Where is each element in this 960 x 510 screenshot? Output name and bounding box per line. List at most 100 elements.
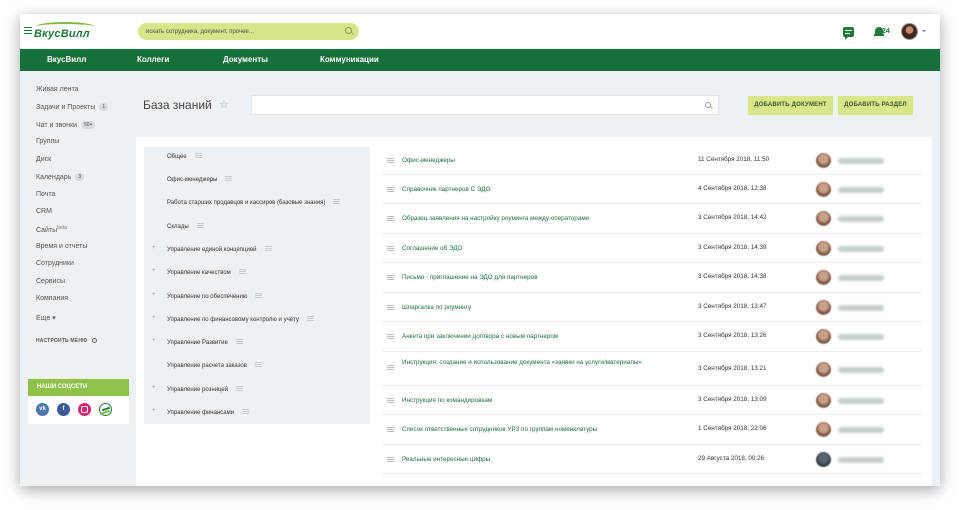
drag-handle-icon[interactable] <box>387 457 394 462</box>
sidebar-item-crm[interactable]: CRM <box>36 208 52 215</box>
author-avatar[interactable] <box>816 362 831 377</box>
drag-handle-icon[interactable] <box>196 223 204 228</box>
author-name[interactable] <box>838 275 884 281</box>
drag-handle-icon[interactable] <box>387 427 394 432</box>
author-avatar[interactable] <box>816 153 831 168</box>
author-name[interactable] <box>838 457 884 463</box>
document-title[interactable]: Соглашение об ЭДО <box>402 244 652 253</box>
sidebar-item-groups[interactable]: Группы <box>36 138 59 145</box>
sidebar-item-mail[interactable]: Почта <box>36 191 55 198</box>
sidebar-item-sites[interactable]: Сайтыbeta <box>36 225 67 234</box>
document-title[interactable]: Реальные интересные цифры <box>402 455 652 464</box>
expand-plus-icon[interactable]: + <box>152 268 156 274</box>
author-name[interactable] <box>838 246 884 252</box>
category-item[interactable]: Управление единой концепцией <box>167 246 272 253</box>
drag-handle-icon[interactable] <box>242 409 250 414</box>
document-title[interactable]: Образец заявления на настройку роуминга … <box>402 214 652 223</box>
drag-handle-icon[interactable] <box>264 246 272 251</box>
drag-handle-icon[interactable] <box>238 269 246 274</box>
drag-handle-icon[interactable] <box>387 187 394 192</box>
drag-handle-icon[interactable] <box>235 339 243 344</box>
global-search[interactable] <box>138 23 359 40</box>
author-name[interactable] <box>838 367 884 373</box>
chat-icon[interactable] <box>843 27 854 40</box>
author-avatar[interactable] <box>816 211 831 226</box>
document-title[interactable]: Шпаргалка по роумингу <box>402 303 652 312</box>
author-avatar[interactable] <box>816 422 831 437</box>
category-item[interactable]: Работа старших продавцов и кассиров (баз… <box>167 199 341 206</box>
drag-handle-icon[interactable] <box>236 386 244 391</box>
drag-handle-icon[interactable] <box>387 398 394 403</box>
menu-icon[interactable] <box>24 27 32 34</box>
document-title[interactable]: Инструкция по командировкам <box>402 396 652 405</box>
user-avatar[interactable] <box>901 23 918 40</box>
document-title[interactable]: Справочник партнеров С ЭДО <box>402 185 652 194</box>
category-item[interactable]: Общее <box>167 153 202 160</box>
vk-icon[interactable]: vk <box>36 403 49 416</box>
nav-item-home[interactable]: ВкусВилл <box>47 55 86 64</box>
category-item[interactable]: Офис-менеджеры <box>167 176 233 183</box>
expand-plus-icon[interactable]: + <box>152 338 156 344</box>
author-name[interactable] <box>838 334 884 340</box>
category-item[interactable]: Управление финансами <box>167 409 250 416</box>
sidebar-item-company[interactable]: Компания <box>36 295 68 302</box>
author-avatar[interactable] <box>816 182 831 197</box>
expand-plus-icon[interactable]: + <box>152 292 156 298</box>
document-row[interactable]: Письмо - приглашение на ЭДО для партнеро… <box>382 263 922 293</box>
sidebar-item-feed[interactable]: Живая лента <box>36 86 79 93</box>
instagram-icon[interactable] <box>78 403 91 416</box>
vkusvill-icon[interactable] <box>99 403 112 416</box>
expand-plus-icon[interactable]: + <box>152 408 156 414</box>
gear-icon[interactable] <box>91 338 97 343</box>
sidebar-item-time-reports[interactable]: Время и отчеты <box>36 243 87 250</box>
author-avatar[interactable] <box>816 393 831 408</box>
document-row[interactable]: Справочник партнеров С ЭДО 4 Сентября 20… <box>382 175 922 204</box>
sidebar-item-more[interactable]: Еще ▾ <box>36 314 56 322</box>
search-icon[interactable] <box>705 102 711 108</box>
author-avatar[interactable] <box>816 452 831 467</box>
drag-handle-icon[interactable] <box>194 153 202 158</box>
author-name[interactable] <box>838 187 884 193</box>
author-name[interactable] <box>838 216 884 222</box>
drag-handle-icon[interactable] <box>387 275 394 280</box>
facebook-icon[interactable]: f <box>57 403 70 416</box>
author-name[interactable] <box>838 398 884 404</box>
document-title[interactable]: Анкета при заключении договора с новым п… <box>402 332 652 341</box>
sidebar-item-services[interactable]: Сервисы <box>36 278 65 285</box>
sidebar-item-tasks[interactable]: Задачи и Проекты 1 <box>36 103 109 111</box>
expand-plus-icon[interactable]: + <box>152 315 156 321</box>
document-title[interactable]: Список ответственных сотрудников УРЗ по … <box>402 425 652 434</box>
sidebar-item-employees[interactable]: Сотрудники <box>36 260 74 267</box>
search-icon[interactable] <box>345 27 352 34</box>
nav-item-colleagues[interactable]: Коллеги <box>137 55 169 64</box>
category-item[interactable]: Управление по обеспечению <box>167 293 263 300</box>
author-name[interactable] <box>838 427 884 433</box>
drag-handle-icon[interactable] <box>387 246 394 251</box>
sidebar-item-calendar[interactable]: Календарь 3 <box>36 173 85 181</box>
category-item[interactable]: Управление по финансовому контролю и учё… <box>167 316 314 323</box>
document-title[interactable]: Офис-менеджеры <box>402 156 652 165</box>
category-item[interactable]: Управление розницей <box>167 386 244 393</box>
drag-handle-icon[interactable] <box>387 334 394 339</box>
document-row[interactable]: Список ответственных сотрудников УРЗ по … <box>382 415 922 445</box>
author-avatar[interactable] <box>816 241 831 256</box>
drag-handle-icon[interactable] <box>387 158 394 163</box>
author-avatar[interactable] <box>816 300 831 315</box>
drag-handle-icon[interactable] <box>333 199 341 204</box>
logo[interactable]: ВкусВилл <box>34 22 98 44</box>
category-item[interactable]: Управление качеством <box>167 269 246 276</box>
document-row[interactable]: Инструкция по командировкам 3 Сентября 2… <box>382 386 922 415</box>
kb-search[interactable] <box>251 95 719 115</box>
add-section-button[interactable]: ДОБАВИТЬ РАЗДЕЛ <box>838 96 913 115</box>
expand-plus-icon[interactable]: + <box>152 385 156 391</box>
category-item[interactable]: Управление расчета заказов <box>167 362 262 369</box>
drag-handle-icon[interactable] <box>255 293 263 298</box>
document-row[interactable]: Реальные интересные цифры 29 Августа 201… <box>382 445 922 474</box>
author-name[interactable] <box>838 305 884 311</box>
document-title[interactable]: Письмо - приглашение на ЭДО для партнеро… <box>402 273 652 282</box>
expand-plus-icon[interactable]: + <box>152 245 156 251</box>
document-row[interactable]: Инструкция: создание и использование док… <box>382 352 922 386</box>
document-row[interactable]: Соглашение об ЭДО 3 Сентября 2018, 14:39 <box>382 234 922 263</box>
category-item[interactable]: Управление Развитие <box>167 339 243 346</box>
drag-handle-icon[interactable] <box>387 305 394 310</box>
